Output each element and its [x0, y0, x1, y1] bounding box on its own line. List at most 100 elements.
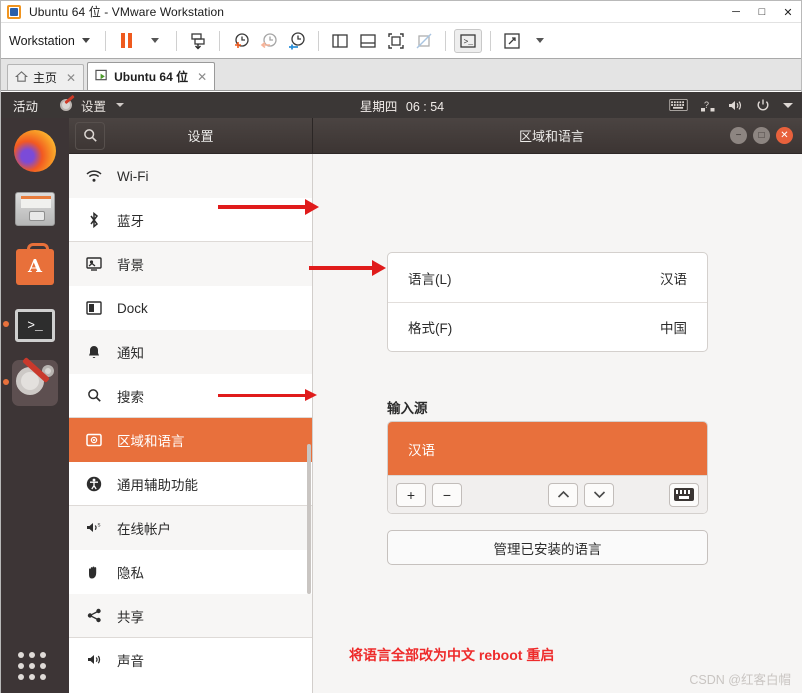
bluetooth-icon — [85, 211, 103, 228]
manage-installed-languages-button[interactable]: 管理已安装的语言 — [387, 530, 708, 565]
ubuntu-top-bar: 活动 设置 星期四 06 : 54 ? — [1, 92, 802, 118]
system-tray: ? — [669, 98, 793, 112]
workstation-menu-button[interactable]: Workstation — [9, 34, 75, 48]
search-icon — [85, 388, 103, 403]
settings-maximize-button[interactable]: □ — [753, 127, 770, 144]
power-icon[interactable] — [756, 98, 770, 112]
vmware-title-bar: Ubuntu 64 位 - VMware Workstation ─ □ ✕ — [1, 1, 801, 23]
tab-home-close-icon[interactable]: ✕ — [66, 71, 76, 85]
sidebar-item-sound[interactable]: 声音 — [69, 638, 312, 682]
settings-sidebar: Wi-Fi 蓝牙 背景 Dock 通知 搜索 区域和语言 通用辅助功能 s 在线… — [69, 154, 313, 693]
remove-input-source-button[interactable]: − — [432, 482, 462, 507]
tab-ubuntu-vm[interactable]: Ubuntu 64 位 ✕ — [87, 62, 216, 90]
background-icon — [85, 256, 103, 272]
dock-item-software[interactable]: A — [12, 243, 58, 290]
vmware-workstation-window: Ubuntu 64 位 - VMware Workstation ─ □ ✕ W… — [0, 0, 802, 693]
settings-header-right: 区域和语言 − □ ✕ — [313, 118, 802, 153]
tab-home-label: 主页 — [33, 71, 58, 85]
ubuntu-software-letter: A — [28, 256, 42, 277]
toolbar-divider — [489, 30, 491, 51]
toolbar-divider — [175, 30, 177, 51]
toolbar-divider — [104, 30, 106, 51]
tab-ubuntu-vm-close-icon[interactable]: ✕ — [197, 70, 207, 84]
send-ctrl-alt-del-icon[interactable] — [185, 28, 211, 54]
show-two-panes-icon[interactable] — [327, 28, 353, 54]
input-sources-title: 输入源 — [387, 401, 428, 416]
sidebar-item-label: 声音 — [117, 654, 144, 669]
watermark: CSDN @红客白帽 — [689, 673, 791, 687]
fullscreen-dropdown-icon[interactable] — [527, 28, 553, 54]
sidebar-item-accessibility[interactable]: 通用辅助功能 — [69, 462, 312, 506]
snapshot-manager-icon[interactable] — [284, 28, 310, 54]
vmware-window-controls: ─ □ ✕ — [723, 1, 801, 23]
language-row[interactable]: 语言(L) 汉语 — [388, 253, 707, 302]
svg-text:s: s — [98, 523, 101, 529]
tab-ubuntu-vm-label: Ubuntu 64 位 — [114, 70, 189, 84]
show-applications-icon[interactable] — [18, 652, 52, 680]
terminal-icon: >_ — [15, 308, 55, 342]
keyboard-icon[interactable] — [669, 482, 699, 507]
move-up-button[interactable] — [548, 482, 578, 507]
sidebar-scrollbar[interactable] — [307, 444, 311, 594]
format-row[interactable]: 格式(F) 中国 — [388, 302, 707, 351]
sidebar-item-dock[interactable]: Dock — [69, 286, 312, 330]
sidebar-item-label: 区域和语言 — [117, 434, 185, 449]
settings-header-left: 设置 — [69, 118, 313, 153]
move-down-button[interactable] — [584, 482, 614, 507]
settings-close-button[interactable]: ✕ — [776, 127, 793, 144]
keyboard-icon[interactable] — [669, 99, 688, 111]
dock-item-files[interactable] — [12, 186, 58, 232]
volume-icon[interactable] — [728, 99, 743, 112]
bell-icon — [85, 345, 103, 360]
add-input-source-button[interactable]: + — [396, 482, 426, 507]
vmware-minimize-button[interactable]: ─ — [723, 1, 749, 23]
toolbar-divider — [317, 30, 319, 51]
sidebar-item-region-and-language[interactable]: 区域和语言 — [69, 418, 312, 462]
input-source-item-chinese[interactable]: 汉语 — [388, 422, 707, 475]
sidebar-item-privacy[interactable]: 隐私 — [69, 550, 312, 594]
format-row-label: 格式(F) — [408, 321, 453, 336]
take-snapshot-icon[interactable] — [228, 28, 254, 54]
show-console-view-icon[interactable] — [355, 28, 381, 54]
settings-content: Wi-Fi 蓝牙 背景 Dock 通知 搜索 区域和语言 通用辅助功能 s 在线… — [69, 154, 802, 693]
sidebar-item-notifications[interactable]: 通知 — [69, 330, 312, 374]
settings-icon — [15, 357, 55, 403]
vmware-maximize-button[interactable]: □ — [749, 1, 775, 23]
svg-text:>_: >_ — [463, 38, 473, 47]
search-icon[interactable] — [75, 121, 105, 150]
sidebar-item-background[interactable]: 背景 — [69, 242, 312, 286]
fullscreen-icon[interactable] — [499, 28, 525, 54]
input-sources-toolbar: + − — [388, 475, 707, 513]
revert-snapshot-icon[interactable] — [256, 28, 282, 54]
vm-play-icon — [95, 69, 109, 85]
vmware-logo-icon — [7, 4, 21, 19]
fit-guest-now-icon[interactable] — [383, 28, 409, 54]
accessibility-icon — [85, 476, 103, 492]
sidebar-item-label: 背景 — [117, 258, 144, 273]
tab-home[interactable]: 主页 ✕ — [7, 64, 85, 90]
dock-item-settings[interactable] — [3, 357, 58, 406]
pause-icon[interactable] — [114, 28, 140, 54]
workstation-menu-caret-icon[interactable] — [81, 38, 90, 43]
annotation-note: 将语言全部改为中文 reboot 重启 — [349, 647, 555, 663]
format-row-value: 中国 — [660, 321, 687, 336]
sidebar-item-sharing[interactable]: 共享 — [69, 594, 312, 638]
sidebar-item-online-accounts[interactable]: s 在线帐户 — [69, 506, 312, 550]
sidebar-item-wifi[interactable]: Wi-Fi — [69, 154, 312, 198]
sidebar-item-label: 通用辅助功能 — [117, 477, 198, 493]
region-language-panel: 语言(L) 汉语 格式(F) 中国 输入源 汉语 + − 管理已安装的语言 将语… — [313, 154, 802, 693]
privacy-hand-icon — [85, 565, 103, 580]
files-icon — [15, 192, 55, 226]
pause-dropdown-icon[interactable] — [142, 28, 168, 54]
dock-item-firefox[interactable] — [12, 128, 58, 174]
vmware-close-button[interactable]: ✕ — [775, 1, 801, 23]
ubuntu-software-icon: A — [16, 243, 54, 285]
firefox-icon — [14, 130, 56, 172]
dock-item-terminal[interactable]: >_ — [3, 302, 58, 348]
unity-mode-icon[interactable]: >_ — [453, 28, 482, 53]
language-format-card: 语言(L) 汉语 格式(F) 中国 — [387, 252, 708, 352]
language-row-value: 汉语 — [660, 271, 687, 287]
settings-minimize-button[interactable]: − — [730, 127, 747, 144]
network-icon[interactable]: ? — [701, 99, 715, 112]
chevron-down-icon[interactable] — [783, 102, 793, 108]
